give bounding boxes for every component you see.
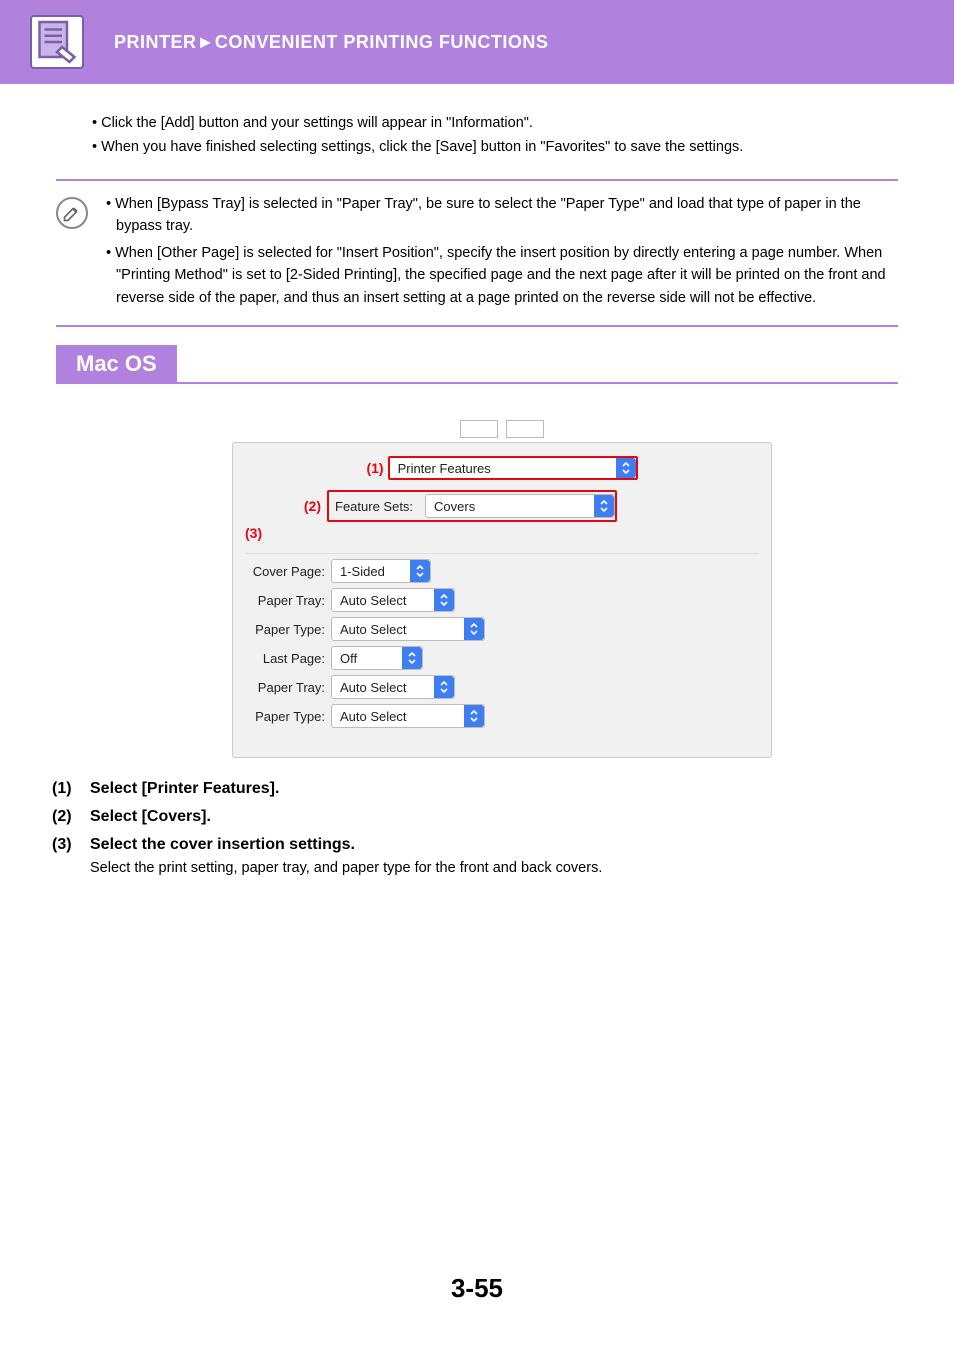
callout-3: (3) — [245, 525, 262, 541]
paper-type-select[interactable]: Auto Select — [331, 617, 485, 641]
paper-type2-label: Paper Type: — [245, 709, 331, 724]
step-title: Select [Covers]. — [90, 808, 898, 826]
chevron-updown-icon — [464, 618, 484, 640]
chevron-updown-icon — [434, 589, 454, 611]
chevron-updown-icon — [594, 495, 614, 517]
steps-list: (1) Select [Printer Features]. (2) Selec… — [52, 780, 898, 876]
os-heading: Mac OS — [56, 345, 898, 384]
note-text: • When [Bypass Tray] is selected in "Pap… — [106, 193, 898, 313]
breadcrumb-part1: PRINTER — [114, 32, 197, 52]
paper-tray2-label: Paper Tray: — [245, 680, 331, 695]
note-box: • When [Bypass Tray] is selected in "Pap… — [56, 179, 898, 327]
callout-1: (1) — [366, 460, 383, 476]
bullet-item: • Click the [Add] button and your settin… — [92, 112, 898, 134]
paper-tray-select[interactable]: Auto Select — [331, 588, 455, 612]
breadcrumb[interactable]: PRINTER►CONVENIENT PRINTING FUNCTIONS — [114, 32, 548, 53]
callout-2: (2) — [245, 498, 321, 514]
pencil-note-icon — [56, 197, 88, 229]
step: (3) Select the cover insertion settings.… — [52, 836, 898, 876]
step-number: (2) — [52, 808, 80, 826]
cover-page-label: Cover Page: — [245, 564, 331, 579]
top-bullet-list: • Click the [Add] button and your settin… — [92, 112, 898, 159]
note-item: • When [Bypass Tray] is selected in "Pap… — [106, 193, 898, 238]
step-number: (3) — [52, 836, 80, 876]
chevron-updown-icon — [402, 647, 422, 669]
bullet-item: • When you have finished selecting setti… — [92, 136, 898, 158]
select-value: Auto Select — [332, 622, 464, 637]
chevron-updown-icon — [434, 676, 454, 698]
chevron-updown-icon — [464, 705, 484, 727]
step-title: Select the cover insertion settings. — [90, 836, 898, 854]
select-value: Auto Select — [332, 709, 464, 724]
chevron-updown-icon — [616, 458, 636, 478]
select-value: Printer Features — [390, 461, 616, 476]
step-title: Select [Printer Features]. — [90, 780, 898, 798]
feature-sets-select[interactable]: Covers — [425, 494, 615, 518]
select-value: Auto Select — [332, 680, 434, 695]
step: (1) Select [Printer Features]. — [52, 780, 898, 798]
last-page-select[interactable]: Off — [331, 646, 423, 670]
os-label: Mac OS — [56, 345, 177, 383]
header-bar: PRINTER►CONVENIENT PRINTING FUNCTIONS — [0, 0, 954, 84]
feature-sets-label: Feature Sets: — [335, 499, 419, 514]
select-value: Covers — [426, 499, 594, 514]
step-description: Select the print setting, paper tray, an… — [90, 860, 898, 876]
last-page-label: Last Page: — [245, 651, 331, 666]
dialog-panel: (1) Printer Features (2) Feature Sets: C… — [232, 442, 772, 758]
printer-section-icon — [30, 15, 84, 69]
paper-type2-select[interactable]: Auto Select — [331, 704, 485, 728]
select-value: 1-Sided — [332, 564, 410, 579]
page-number: 3-55 — [0, 1273, 954, 1304]
paper-type-label: Paper Type: — [245, 622, 331, 637]
breadcrumb-separator: ► — [197, 32, 215, 52]
step: (2) Select [Covers]. — [52, 808, 898, 826]
macos-dialog: (1) Printer Features (2) Feature Sets: C… — [232, 420, 772, 758]
dialog-decoration — [232, 420, 772, 442]
step-number: (1) — [52, 780, 80, 798]
breadcrumb-part2: CONVENIENT PRINTING FUNCTIONS — [215, 32, 549, 52]
paper-tray2-select[interactable]: Auto Select — [331, 675, 455, 699]
note-item: • When [Other Page] is selected for "Ins… — [106, 242, 898, 309]
chevron-updown-icon — [410, 560, 430, 582]
select-value: Off — [332, 651, 402, 666]
paper-tray-label: Paper Tray: — [245, 593, 331, 608]
cover-page-select[interactable]: 1-Sided — [331, 559, 431, 583]
select-value: Auto Select — [332, 593, 434, 608]
printer-features-select[interactable]: Printer Features — [388, 456, 638, 480]
